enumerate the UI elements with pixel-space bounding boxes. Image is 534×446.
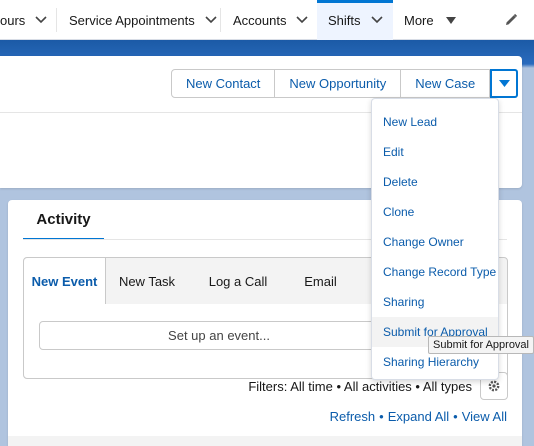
new-contact-button[interactable]: New Contact (172, 70, 276, 97)
top-navigation: ours Service Appointments Accounts Shift… (0, 0, 534, 40)
menu-tooltip: Submit for Approval (428, 336, 534, 354)
nav-more-label: More (404, 12, 434, 28)
nav-tab-label: Accounts (233, 12, 287, 28)
view-all-link[interactable]: View All (462, 409, 507, 424)
more-actions-button[interactable] (490, 69, 519, 98)
activity-tab[interactable]: Activity (23, 200, 104, 240)
tab-new-task[interactable]: New Task (106, 258, 188, 304)
expand-all-link[interactable]: Expand All (388, 409, 449, 424)
menu-item-change-owner[interactable]: Change Owner (372, 227, 498, 257)
nav-more[interactable]: More (404, 0, 464, 40)
setup-event-button[interactable]: Set up an event... (39, 321, 399, 350)
gear-icon (488, 380, 500, 392)
record-action-bar: New Contact New Opportunity New Case (171, 69, 519, 98)
nav-tab-service-appointments[interactable]: Service Appointments (69, 0, 219, 40)
new-case-button[interactable]: New Case (401, 70, 491, 97)
link-separator: • (453, 409, 458, 424)
menu-item-clone[interactable]: Clone (372, 197, 498, 227)
nav-tab-label: Service Appointments (69, 12, 195, 28)
chevron-down-icon[interactable] (296, 16, 309, 24)
nav-tab-hours[interactable]: ours (0, 0, 55, 40)
caret-down-icon (498, 80, 510, 87)
tab-email[interactable]: Email (288, 258, 353, 304)
menu-item-delete[interactable]: Delete (372, 167, 498, 197)
activity-filters: Filters: All time • All activities • All… (248, 379, 472, 394)
new-opportunity-button[interactable]: New Opportunity (275, 70, 402, 97)
menu-item-change-record-type[interactable]: Change Record Type (372, 257, 498, 287)
caret-down-icon (445, 16, 456, 24)
chevron-down-icon[interactable] (205, 16, 217, 24)
edit-nav-button[interactable] (504, 0, 524, 40)
tab-log-a-call[interactable]: Log a Call (188, 258, 288, 304)
pencil-icon (506, 13, 518, 25)
chevron-down-icon[interactable] (35, 16, 47, 24)
chevron-down-icon[interactable] (370, 16, 383, 24)
menu-item-new-lead[interactable]: New Lead (372, 107, 498, 137)
nav-tab-shifts[interactable]: Shifts (317, 0, 393, 40)
nav-tab-label: ours (0, 12, 26, 28)
tab-new-event[interactable]: New Event (24, 258, 106, 304)
nav-divider (56, 8, 57, 32)
menu-item-sharing[interactable]: Sharing (372, 287, 498, 317)
timeline-strip (8, 436, 522, 446)
activity-links: Refresh • Expand All • View All (330, 409, 507, 424)
nav-divider (220, 8, 221, 32)
nav-tab-accounts[interactable]: Accounts (233, 0, 313, 40)
nav-tab-label: Shifts (328, 12, 361, 28)
refresh-link[interactable]: Refresh (330, 409, 376, 424)
menu-item-edit[interactable]: Edit (372, 137, 498, 167)
link-separator: • (379, 409, 384, 424)
